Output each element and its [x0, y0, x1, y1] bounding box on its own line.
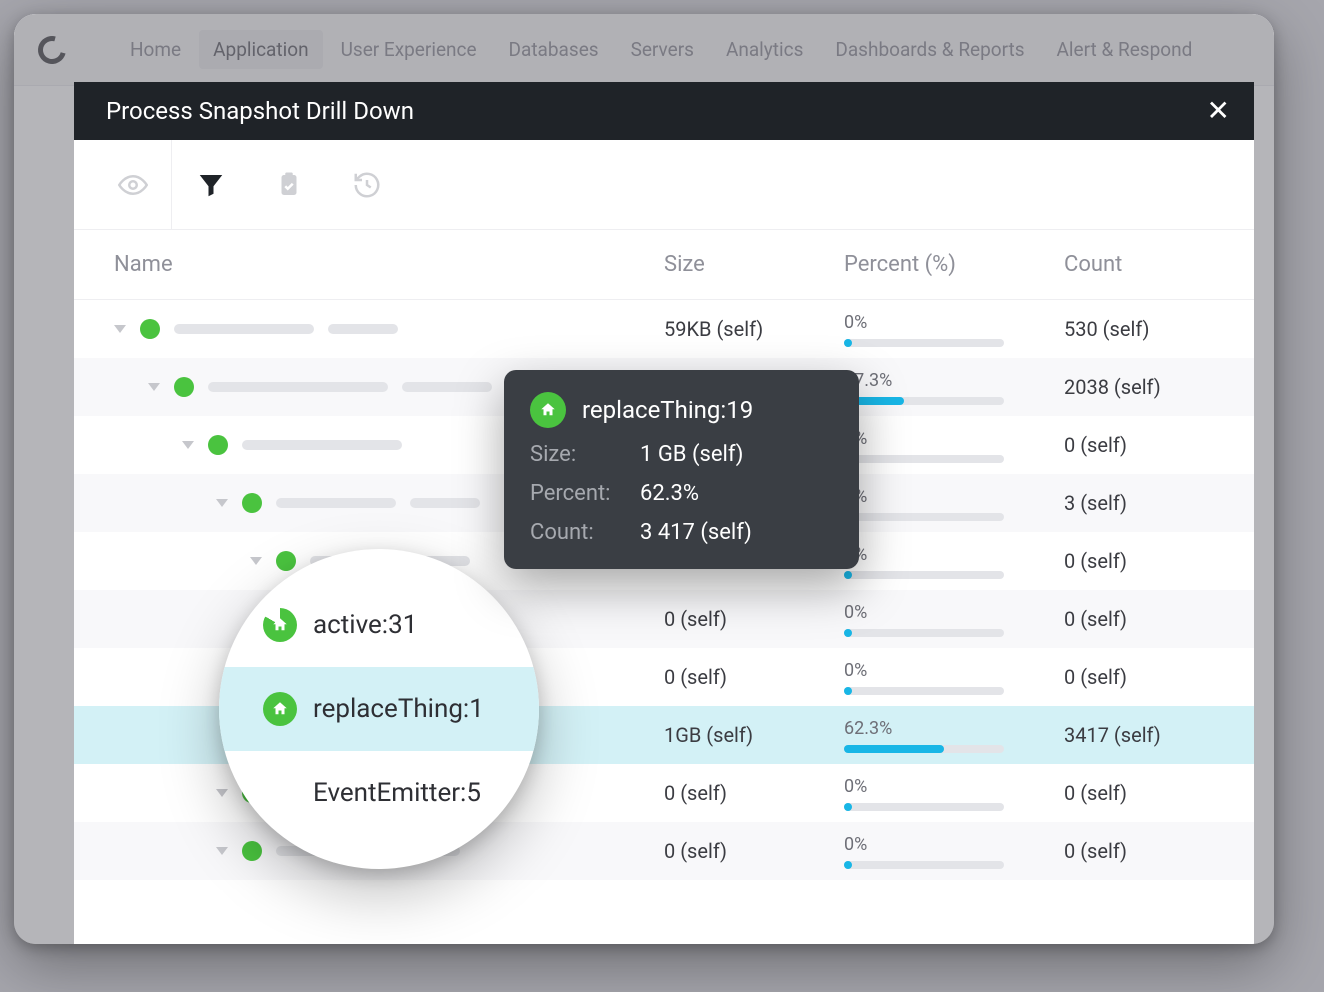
percent-label: 0% — [844, 660, 1064, 681]
chevron-down-icon[interactable] — [182, 441, 194, 449]
percent-label: 0% — [844, 486, 1064, 507]
status-dot-icon — [140, 319, 160, 339]
count-value: 3417 (self) — [1064, 723, 1214, 747]
count-value: 0 (self) — [1064, 607, 1214, 631]
percent-bar — [844, 861, 1004, 869]
tooltip-pct-value: 62.3% — [640, 481, 833, 506]
col-count[interactable]: Count — [1064, 252, 1214, 277]
percent-bar — [844, 339, 1004, 347]
tooltip-cnt-key: Count: — [530, 520, 640, 545]
tooltip: replaceThing:19 Size: 1 GB (self) Percen… — [504, 370, 859, 569]
count-value: 0 (self) — [1064, 839, 1214, 863]
chevron-down-icon[interactable] — [148, 383, 160, 391]
status-dot-icon — [174, 377, 194, 397]
percent-bar — [844, 629, 1004, 637]
count-value: 0 (self) — [1064, 549, 1214, 573]
close-icon[interactable]: ✕ — [1207, 97, 1230, 125]
magnifier-label: EventEmitter:5 — [313, 778, 481, 808]
percent-cell: 62.3% — [844, 718, 1064, 753]
chevron-down-icon[interactable] — [250, 557, 262, 565]
tooltip-title: replaceThing:19 — [582, 396, 753, 424]
modal-title: Process Snapshot Drill Down — [106, 97, 414, 125]
col-size[interactable]: Size — [664, 252, 844, 277]
count-value: 530 (self) — [1064, 317, 1214, 341]
percent-bar — [844, 397, 1004, 405]
home-icon — [530, 392, 566, 428]
status-dot-icon — [276, 551, 296, 571]
percent-cell: 0% — [844, 486, 1064, 521]
percent-label: 62.3% — [844, 718, 1064, 739]
percent-cell: 0% — [844, 776, 1064, 811]
tooltip-size-value: 1 GB (self) — [640, 442, 833, 467]
percent-bar — [844, 571, 1004, 579]
placeholder-text — [410, 498, 480, 508]
filter-icon[interactable] — [172, 140, 250, 230]
placeholder-text — [402, 382, 492, 392]
placeholder-text — [242, 440, 402, 450]
col-name[interactable]: Name — [114, 252, 664, 277]
percent-label: 0% — [844, 544, 1064, 565]
percent-bar — [844, 803, 1004, 811]
magnifier-row[interactable]: EventEmitter:5 — [219, 751, 539, 835]
percent-label: 0% — [844, 834, 1064, 855]
percent-bar — [844, 687, 1004, 695]
percent-cell: 0% — [844, 834, 1064, 869]
placeholder-text — [276, 498, 396, 508]
modal-header: Process Snapshot Drill Down ✕ — [74, 82, 1254, 140]
count-value: 0 (self) — [1064, 781, 1214, 805]
activity-icon — [263, 608, 297, 642]
placeholder-text — [328, 324, 398, 334]
toolbar — [74, 140, 1254, 230]
percent-bar — [844, 455, 1004, 463]
count-value: 3 (self) — [1064, 491, 1214, 515]
size-value: 0 (self) — [664, 839, 844, 863]
size-value: 0 (self) — [664, 781, 844, 805]
placeholder-text — [174, 324, 314, 334]
size-value: 59KB (self) — [664, 317, 844, 341]
percent-label: 0% — [844, 312, 1064, 333]
tooltip-size-key: Size: — [530, 442, 640, 467]
eye-icon[interactable] — [94, 140, 172, 230]
chevron-down-icon[interactable] — [216, 499, 228, 507]
percent-bar — [844, 513, 1004, 521]
count-value: 2038 (self) — [1064, 375, 1214, 399]
percent-label: 0% — [844, 428, 1064, 449]
status-dot-icon — [242, 493, 262, 513]
chevron-down-icon[interactable] — [216, 847, 228, 855]
percent-label: 0% — [844, 776, 1064, 797]
status-dot-icon — [208, 435, 228, 455]
tooltip-cnt-value: 3 417 (self) — [640, 520, 833, 545]
tooltip-pct-key: Percent: — [530, 481, 640, 506]
magnifier-label: active:31 — [313, 610, 417, 640]
percent-cell: 0% — [844, 544, 1064, 579]
magnifier-row[interactable]: active:31 — [219, 583, 539, 667]
table-row[interactable]: 0 (self)0%0 (self) — [74, 822, 1254, 880]
percent-cell: 0% — [844, 428, 1064, 463]
size-value: 1GB (self) — [664, 723, 844, 747]
percent-cell: 0% — [844, 312, 1064, 347]
status-dot-icon — [242, 841, 262, 861]
home-icon — [263, 692, 297, 726]
chevron-down-icon[interactable] — [216, 789, 228, 797]
history-icon[interactable] — [328, 140, 406, 230]
percent-cell: 37.3% — [844, 370, 1064, 405]
magnifier-row[interactable]: replaceThing:1 — [219, 667, 539, 751]
percent-label: 0% — [844, 602, 1064, 623]
percent-cell: 0% — [844, 660, 1064, 695]
table-header: Name Size Percent (%) Count — [74, 230, 1254, 300]
count-value: 0 (self) — [1064, 433, 1214, 457]
placeholder-text — [208, 382, 388, 392]
count-value: 0 (self) — [1064, 665, 1214, 689]
col-percent[interactable]: Percent (%) — [844, 252, 1064, 277]
percent-label: 37.3% — [844, 370, 1064, 391]
magnifier: active:31 replaceThing:1 EventEmitter:5 — [219, 549, 539, 869]
clipboard-icon[interactable] — [250, 140, 328, 230]
size-value: 0 (self) — [664, 607, 844, 631]
chevron-down-icon[interactable] — [114, 325, 126, 333]
percent-cell: 0% — [844, 602, 1064, 637]
percent-bar — [844, 745, 1004, 753]
table-row[interactable]: 59KB (self)0%530 (self) — [74, 300, 1254, 358]
size-value: 0 (self) — [664, 665, 844, 689]
magnifier-label: replaceThing:1 — [313, 694, 484, 724]
